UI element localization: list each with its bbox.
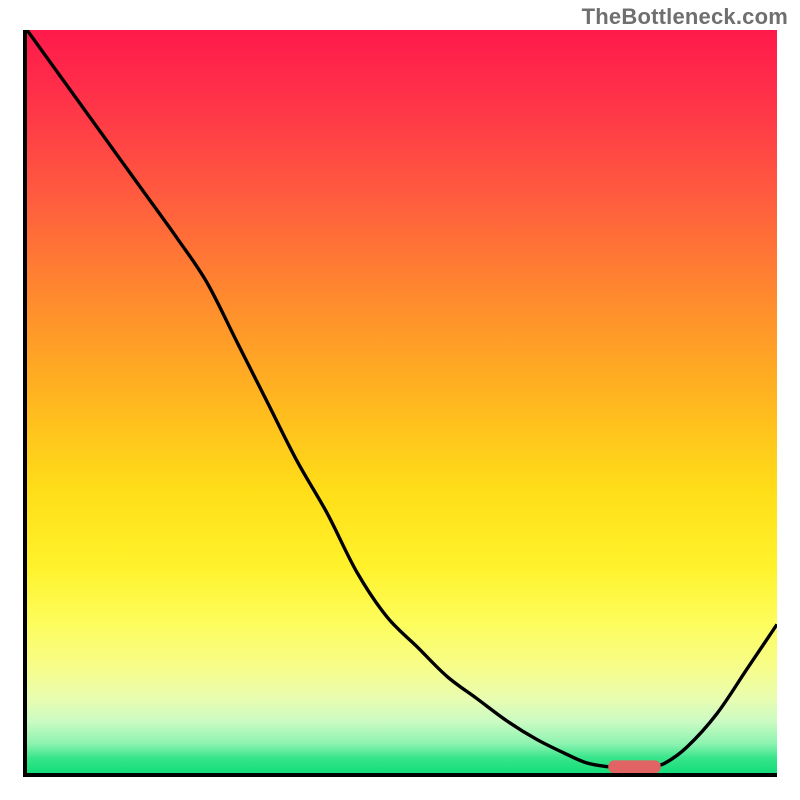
- plot-area: [23, 30, 777, 777]
- chart-frame: TheBottleneck.com: [0, 0, 800, 800]
- watermark-text: TheBottleneck.com: [582, 4, 788, 30]
- marker-layer: [27, 30, 777, 773]
- optimal-range-marker: [608, 760, 661, 773]
